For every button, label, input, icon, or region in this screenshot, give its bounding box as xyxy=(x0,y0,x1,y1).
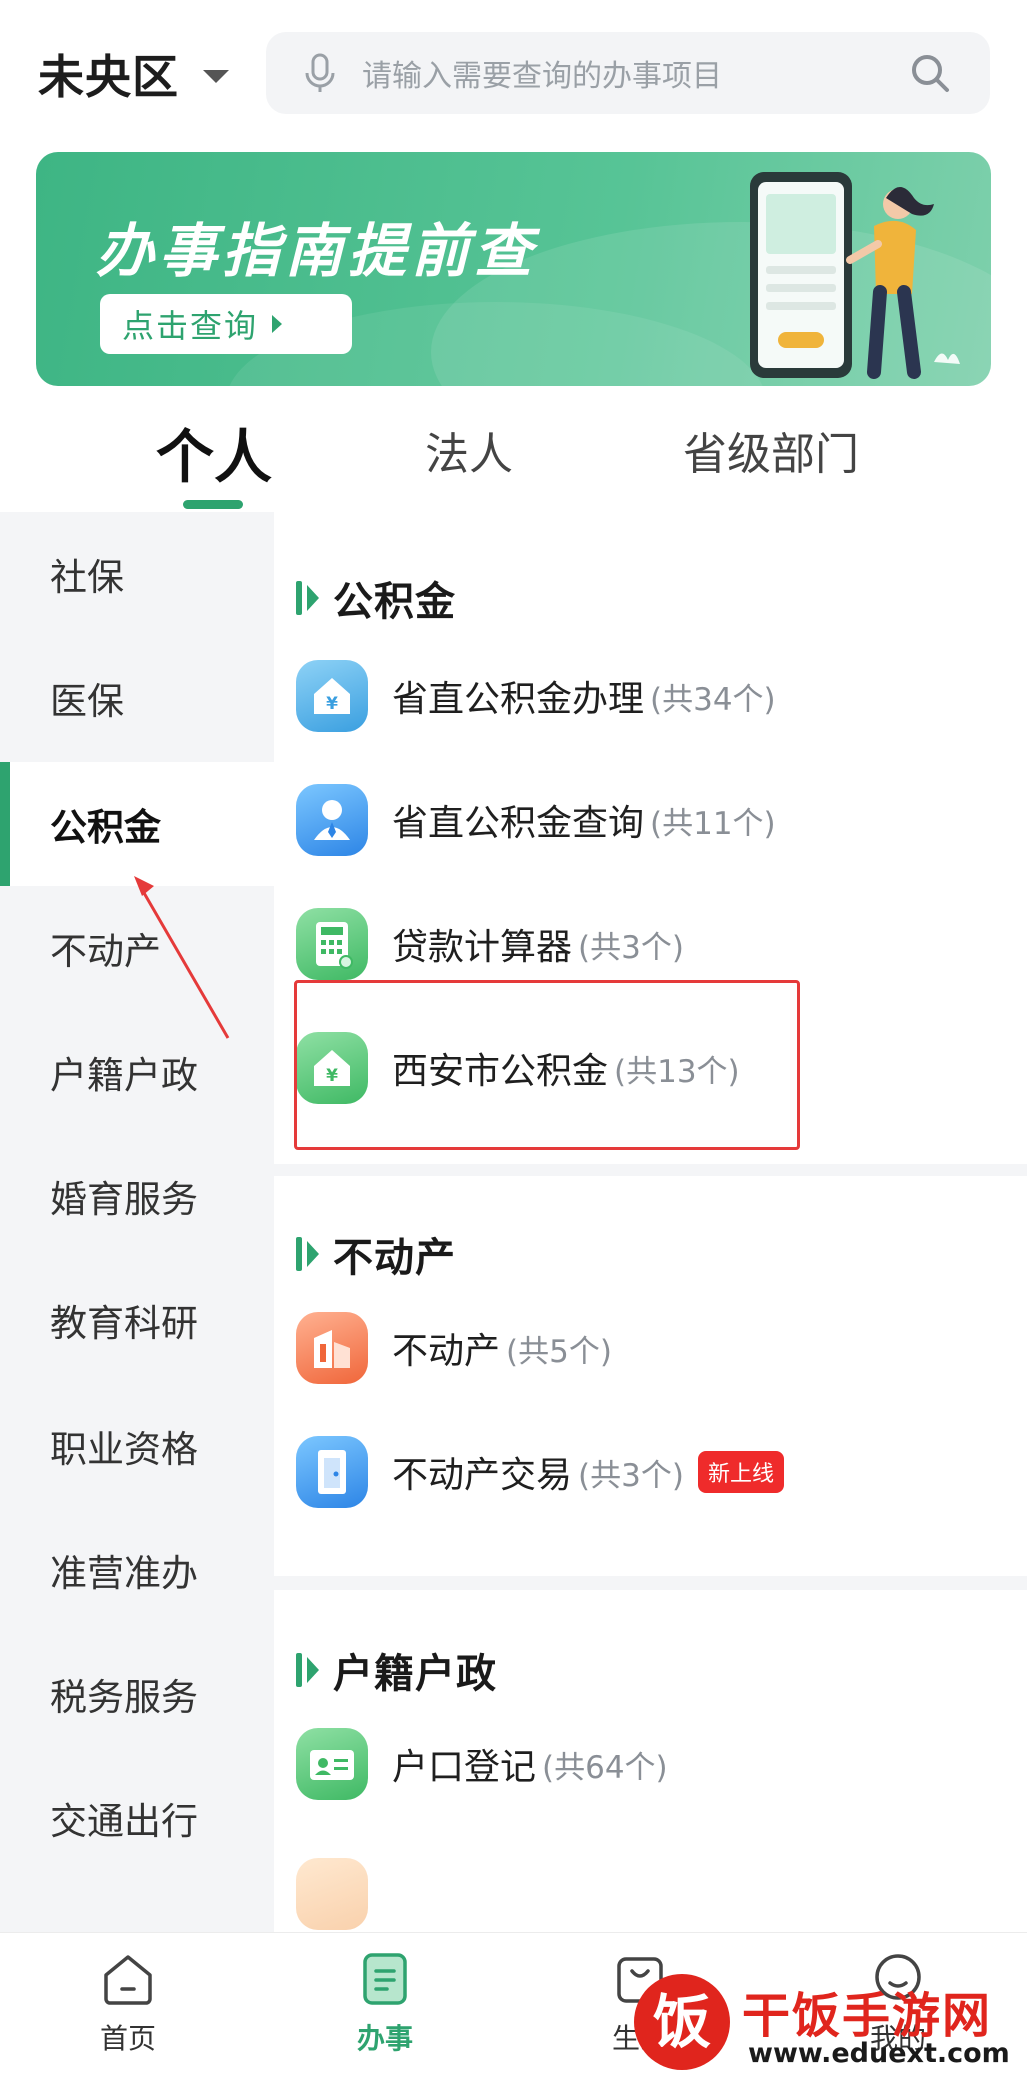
tab-legal-person[interactable]: 法人 xyxy=(425,418,513,482)
document-icon xyxy=(363,1953,407,2005)
service-item[interactable]: ¥ 西安市公积金 (共13个) xyxy=(296,1030,996,1106)
section-header: 户籍户政 xyxy=(296,1642,497,1698)
search-icon[interactable] xyxy=(908,51,952,95)
service-name: 省直公积金查询 xyxy=(392,803,645,844)
tab-provincial-departments[interactable]: 省级部门 xyxy=(683,418,859,482)
nav-label: 首页 xyxy=(99,2022,156,2055)
sidebar-item-medical-insurance[interactable]: 医保 xyxy=(0,636,274,760)
calculator-icon xyxy=(296,908,368,980)
search-bar[interactable]: 请输入需要查询的办事项目 xyxy=(266,32,990,114)
service-name: 户口登记 xyxy=(392,1747,537,1788)
banner-button-label: 点击查询 xyxy=(122,307,259,345)
phone-person-illustration xyxy=(750,172,960,379)
service-name: 西安市公积金 xyxy=(392,1051,609,1092)
section-header: 不动产 xyxy=(296,1226,456,1282)
sidebar-item-business-permits[interactable]: 准营准办 xyxy=(0,1508,274,1632)
section-marker-icon xyxy=(296,1237,302,1271)
service-count: (共13个) xyxy=(614,1053,740,1090)
home-icon xyxy=(104,1955,152,2005)
service-count: (共34个) xyxy=(650,681,776,718)
section-marker-icon xyxy=(296,581,302,615)
banner-query-button[interactable]: 点击查询 xyxy=(100,294,352,354)
play-arrow-icon xyxy=(272,315,283,333)
service-name: 贷款计算器 xyxy=(392,927,573,968)
new-launch-badge: 新上线 xyxy=(697,1451,784,1493)
service-name: 不动产 xyxy=(392,1331,501,1372)
service-item[interactable]: 省直公积金查询 (共11个) xyxy=(296,782,996,858)
nav-label: 生活 xyxy=(611,2022,668,2055)
chat-bubble-icon xyxy=(875,1954,921,2000)
service-count: (共3个) xyxy=(578,929,684,966)
section-household-registration: 户籍户政 户口登记 (共64个) xyxy=(274,1590,1027,1932)
banner-title: 办事指南提前查 xyxy=(96,217,538,285)
service-name: 省直公积金办理 xyxy=(392,679,645,720)
svg-text:¥: ¥ xyxy=(326,1066,338,1086)
region-selector[interactable]: 未央区 xyxy=(38,44,229,104)
id-card-icon xyxy=(296,1728,368,1800)
svg-text:¥: ¥ xyxy=(326,694,338,714)
section-title: 户籍户政 xyxy=(333,1651,497,1697)
partial-item-icon xyxy=(296,1858,368,1930)
service-count: (共5个) xyxy=(506,1333,612,1370)
service-item[interactable]: ¥ 省直公积金办理 (共34个) xyxy=(296,658,996,734)
nav-label: 办事 xyxy=(356,2022,413,2055)
service-item[interactable]: 户口登记 (共64个) xyxy=(296,1726,996,1802)
section-arrow-icon xyxy=(307,1241,319,1267)
service-item[interactable]: 贷款计算器 (共3个) xyxy=(296,906,996,982)
service-list: 公积金 ¥ 省直公积金办理 (共34个) 省直公积金查询 (共11个) 贷款计算… xyxy=(274,512,1027,1932)
building-icon xyxy=(296,1312,368,1384)
service-item[interactable]: 不动产 (共5个) xyxy=(296,1310,996,1386)
sidebar-item-transportation[interactable]: 交通出行 xyxy=(0,1756,274,1880)
house-yuan-icon: ¥ xyxy=(296,660,368,732)
active-tab-indicator xyxy=(183,500,243,509)
section-title: 不动产 xyxy=(333,1235,456,1281)
section-marker-icon xyxy=(296,1653,302,1687)
service-count: (共3个) xyxy=(578,1457,684,1494)
sidebar-item-housing-fund[interactable]: 公积金 xyxy=(0,762,274,886)
nav-label: 我的 xyxy=(869,2022,926,2055)
nav-life[interactable]: 生活 xyxy=(570,1949,710,2057)
microphone-icon[interactable] xyxy=(296,49,344,97)
guide-banner[interactable]: 办事指南提前查 点击查询 xyxy=(36,152,991,386)
section-arrow-icon xyxy=(307,585,319,611)
sidebar-item-marriage-birth[interactable]: 婚育服务 xyxy=(0,1134,274,1258)
sidebar-item-household-registration[interactable]: 户籍户政 xyxy=(0,1010,274,1134)
search-input[interactable]: 请输入需要查询的办事项目 xyxy=(362,51,908,95)
section-real-estate: 不动产 不动产 (共5个) 不动产交易 (共3个) 新上线 xyxy=(274,1176,1027,1576)
category-tabs: 个人 法人 省级部门 xyxy=(0,400,1027,512)
service-count: (共64个) xyxy=(542,1749,668,1786)
shopping-bag-icon xyxy=(617,1957,663,2003)
tab-personal[interactable]: 个人 xyxy=(156,410,272,494)
category-sidebar: 社保 医保 公积金 不动产 户籍户政 婚育服务 教育科研 职业资格 准营准办 税… xyxy=(0,512,274,1932)
sidebar-item-social-security[interactable]: 社保 xyxy=(0,512,274,636)
service-count: (共11个) xyxy=(650,805,776,842)
service-item[interactable]: 不动产交易 (共3个) 新上线 xyxy=(296,1434,996,1510)
service-name: 不动产交易 xyxy=(392,1455,573,1496)
sidebar-item-professional-qualification[interactable]: 职业资格 xyxy=(0,1384,274,1508)
section-title: 公积金 xyxy=(333,579,456,625)
nav-profile[interactable]: 我的 xyxy=(828,1949,968,2057)
person-service-icon xyxy=(296,784,368,856)
region-label: 未央区 xyxy=(38,50,179,104)
section-housing-fund: 公积金 ¥ 省直公积金办理 (共34个) 省直公积金查询 (共11个) 贷款计算… xyxy=(274,512,1027,1164)
section-header: 公积金 xyxy=(296,570,456,626)
bottom-navigation: 首页 办事 生活 我的 xyxy=(0,1932,1027,2086)
sidebar-item-education-research[interactable]: 教育科研 xyxy=(0,1258,274,1382)
house-yuan-icon: ¥ xyxy=(296,1032,368,1104)
sidebar-item-real-estate[interactable]: 不动产 xyxy=(0,886,274,1010)
nav-home[interactable]: 首页 xyxy=(58,1949,198,2057)
sidebar-item-tax-services[interactable]: 税务服务 xyxy=(0,1632,274,1756)
nav-services[interactable]: 办事 xyxy=(315,1949,455,2057)
caret-down-icon xyxy=(203,69,229,83)
section-arrow-icon xyxy=(307,1657,319,1683)
service-item[interactable] xyxy=(296,1856,996,1932)
door-icon xyxy=(296,1436,368,1508)
